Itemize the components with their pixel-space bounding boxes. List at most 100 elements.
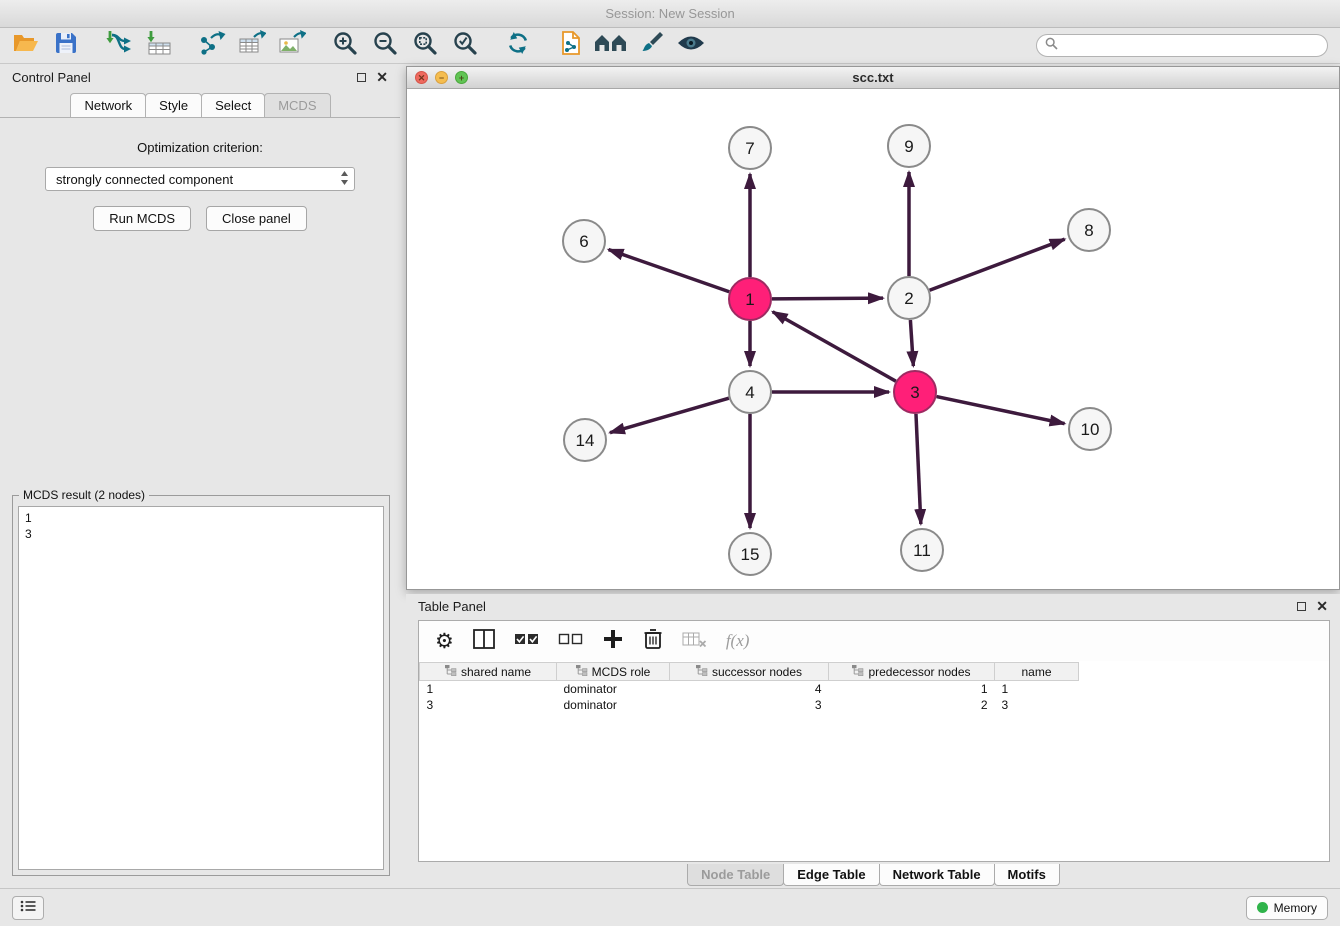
network-view-window: ✕ − + scc.txt 7968124314101511: [406, 66, 1340, 590]
graph-edge-2-8[interactable]: [930, 239, 1065, 290]
graph-node-label-10: 10: [1081, 420, 1100, 439]
column-header-mcds-role[interactable]: MCDS role: [557, 663, 670, 681]
zoom-fit-icon: [412, 30, 438, 61]
criterion-dropdown[interactable]: strongly connected component: [45, 167, 355, 191]
folder-open-icon: [13, 32, 39, 59]
clone-network-button[interactable]: [551, 30, 591, 62]
tab-motifs[interactable]: Motifs: [994, 864, 1060, 886]
show-hide-button[interactable]: [671, 30, 711, 62]
tab-node-table[interactable]: Node Table: [687, 864, 784, 886]
tab-style[interactable]: Style: [145, 93, 202, 117]
export-network-icon: [198, 30, 226, 61]
show-columns-button[interactable]: [473, 629, 495, 654]
tab-edge-table[interactable]: Edge Table: [783, 864, 879, 886]
graph-edge-1-6[interactable]: [609, 250, 730, 292]
graph-edge-2-3[interactable]: [910, 320, 913, 366]
network-graph[interactable]: 7968124314101511: [407, 90, 1339, 590]
network-window-titlebar[interactable]: ✕ − + scc.txt: [407, 67, 1339, 89]
network-canvas[interactable]: 7968124314101511: [407, 90, 1339, 589]
import-table-button[interactable]: [139, 30, 179, 62]
save-icon: [54, 31, 78, 60]
main-toolbar: [0, 28, 1340, 64]
graph-edge-3-10[interactable]: [937, 397, 1065, 424]
graph-node-label-4: 4: [745, 383, 754, 402]
refresh-button[interactable]: [498, 30, 538, 62]
graph-node-label-11: 11: [913, 541, 931, 560]
criterion-dropdown-value: strongly connected component: [56, 172, 340, 187]
zoom-selected-icon: [452, 30, 478, 61]
tab-mcds[interactable]: MCDS: [264, 93, 330, 117]
columns-icon: [473, 629, 495, 654]
column-header-predecessor-nodes[interactable]: predecessor nodes: [829, 663, 995, 681]
zoom-out-button[interactable]: [365, 30, 405, 62]
app-title-bar: Session: New Session: [0, 0, 1340, 28]
graph-edge-1-2[interactable]: [772, 298, 883, 299]
houses-icon: [594, 32, 628, 59]
home-button[interactable]: [591, 30, 631, 62]
tab-select[interactable]: Select: [201, 93, 265, 117]
close-panel-icon[interactable]: ✕: [376, 70, 388, 84]
float-panel-icon[interactable]: [357, 73, 366, 82]
deselect-all-button[interactable]: [558, 632, 583, 651]
column-tree-icon: [852, 665, 864, 679]
control-panel: Control Panel ✕ Network Style Select MCD…: [0, 64, 400, 884]
column-tree-icon: [576, 665, 588, 679]
column-header-name[interactable]: name: [995, 663, 1079, 681]
mcds-panel: Optimization criterion: strongly connect…: [0, 118, 400, 231]
graph-edge-3-1[interactable]: [773, 312, 896, 381]
window-zoom-button[interactable]: +: [455, 71, 468, 84]
window-minimize-button[interactable]: −: [435, 71, 448, 84]
export-network-button[interactable]: [192, 30, 232, 62]
table-row[interactable]: 3 dominator 3 2 3: [420, 697, 1079, 713]
control-panel-tabs: Network Style Select MCDS: [0, 90, 400, 118]
column-header-successor-nodes[interactable]: successor nodes: [670, 663, 829, 681]
export-image-icon: [278, 30, 306, 61]
run-mcds-button[interactable]: Run MCDS: [93, 206, 191, 231]
close-table-panel-icon[interactable]: ✕: [1316, 599, 1328, 613]
zoom-in-button[interactable]: [325, 30, 365, 62]
graph-edge-3-11[interactable]: [916, 414, 921, 524]
open-session-button[interactable]: [6, 30, 46, 62]
table-panel-header: Table Panel ✕: [406, 594, 1340, 618]
float-table-panel-icon[interactable]: [1297, 602, 1306, 611]
table-panel-tabs: Node Table Edge Table Network Table Moti…: [406, 864, 1340, 886]
table-settings-button[interactable]: ⚙: [435, 629, 454, 653]
zoom-fit-button[interactable]: [405, 30, 445, 62]
tab-network[interactable]: Network: [70, 93, 146, 117]
select-all-button[interactable]: [514, 632, 539, 651]
add-column-button[interactable]: [602, 628, 624, 655]
delete-column-button[interactable]: [643, 627, 663, 655]
export-table-button[interactable]: [232, 30, 272, 62]
function-builder-button[interactable]: f(x): [726, 631, 750, 651]
export-image-button[interactable]: [272, 30, 312, 62]
search-box[interactable]: [1036, 34, 1328, 57]
column-tree-icon: [696, 665, 708, 679]
table-toolbar: ⚙ f(x): [419, 621, 1329, 661]
search-input[interactable]: [1063, 39, 1319, 53]
import-network-button[interactable]: [99, 30, 139, 62]
table-row[interactable]: 1 dominator 4 1 1: [420, 681, 1079, 697]
style-paint-button[interactable]: [631, 30, 671, 62]
import-network-icon: [105, 30, 133, 61]
graph-node-label-8: 8: [1084, 221, 1093, 240]
column-header-shared-name[interactable]: shared name: [420, 663, 557, 681]
zoom-out-icon: [372, 30, 398, 61]
task-history-button[interactable]: [12, 896, 44, 920]
optimization-criterion-label: Optimization criterion:: [0, 140, 400, 155]
window-close-button[interactable]: ✕: [415, 71, 428, 84]
memory-button[interactable]: Memory: [1246, 896, 1328, 920]
close-panel-button[interactable]: Close panel: [206, 206, 307, 231]
table-panel: Table Panel ✕ ⚙ f(x) shared: [406, 594, 1340, 888]
delete-table-button[interactable]: [682, 630, 707, 653]
tab-network-table[interactable]: Network Table: [879, 864, 995, 886]
zoom-in-icon: [332, 30, 358, 61]
graph-edge-4-14[interactable]: [610, 398, 729, 433]
save-session-button[interactable]: [46, 30, 86, 62]
mcds-result-list[interactable]: 1 3: [18, 506, 384, 870]
list-icon: [20, 899, 36, 917]
fx-icon: f(x): [726, 631, 750, 651]
import-table-icon: [146, 30, 172, 61]
zoom-selected-button[interactable]: [445, 30, 485, 62]
table-header-row: shared name MCDS role successor nodes pr…: [420, 663, 1079, 681]
trash-icon: [643, 627, 663, 655]
